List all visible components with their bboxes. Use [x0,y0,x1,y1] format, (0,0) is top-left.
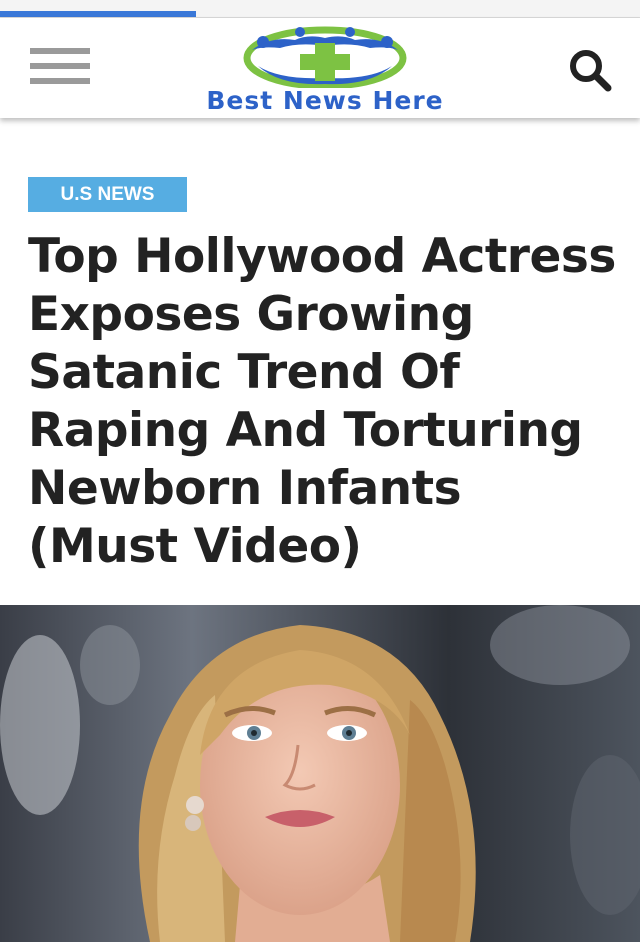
browser-top-bar [0,0,640,18]
logo-text: Best News Here [206,86,444,115]
page-load-progress-bar [0,11,196,17]
article-title: Top Hollywood Actress Exposes Growing Sa… [28,229,616,574]
site-header: Best News Here [0,18,640,118]
logo-emblem-icon [243,26,407,90]
site-logo[interactable]: Best News Here [130,26,520,116]
search-icon[interactable] [566,46,614,94]
article-featured-image [0,605,640,942]
hamburger-menu-icon[interactable] [30,46,90,86]
category-badge[interactable]: U.S NEWS [28,177,187,212]
